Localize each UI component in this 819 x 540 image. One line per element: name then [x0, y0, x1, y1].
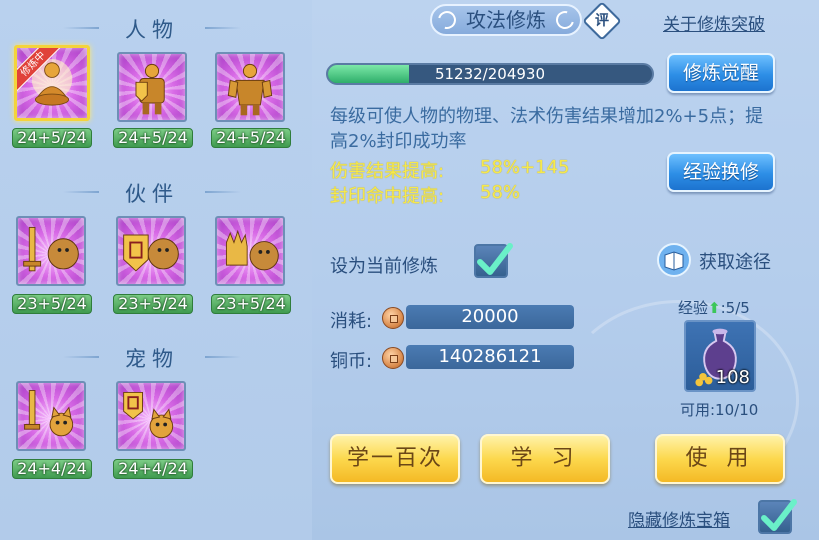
stat-damage-label: 伤害结果提高: — [330, 161, 445, 182]
set-current-label: 设为当前修炼 — [330, 256, 438, 277]
panel-title-text: 攻法修炼 — [466, 8, 546, 32]
slot-partner-2[interactable] — [116, 216, 186, 286]
breakthrough-info-link[interactable]: 关于修炼突破 — [663, 10, 765, 35]
section-title-character: 人物 — [63, 14, 197, 44]
cat-sword-icon — [24, 390, 74, 437]
category-panel: 人物 修炼中 24+5/24 24+5/24 24+5/24 伙伴 23+5/2… — [0, 0, 312, 540]
stat-seal-value: 58% — [480, 182, 521, 203]
cost-label: 消耗: — [330, 311, 373, 332]
book-icon — [657, 243, 691, 277]
stat-damage-row: 伤害结果提高: 58%+145 — [330, 157, 569, 183]
stat-seal-label: 封印命中提高: — [330, 186, 445, 207]
copper-label: 铜币: — [330, 351, 373, 372]
golden-warrior-icon — [227, 63, 273, 116]
exp-item-slot[interactable]: 108 — [684, 320, 756, 392]
slot-character-1[interactable]: 修炼中 — [14, 45, 90, 121]
slot-pet-1[interactable] — [16, 381, 86, 451]
slot-partner-3[interactable] — [215, 216, 285, 286]
slot-level: 23+5/24 — [113, 294, 193, 314]
swirl-decoration-icon — [552, 7, 578, 33]
section-title-partner: 伙伴 — [63, 178, 197, 208]
hide-treasure-label[interactable]: 隐藏修炼宝箱 — [628, 506, 730, 531]
slot-character-2[interactable] — [117, 52, 187, 122]
slot-level: 24+5/24 — [12, 128, 92, 148]
swirl-decoration-icon — [434, 7, 460, 33]
lion-shield-icon — [123, 234, 179, 272]
training-description: 每级可使人物的物理、法术伤害结果增加2%+5点；提高2%封印成功率 — [330, 106, 764, 152]
copper-coin-icon — [382, 307, 404, 329]
rate-badge-label: 评 — [595, 13, 609, 29]
slot-pet-2[interactable] — [116, 381, 186, 451]
stat-seal-row: 封印命中提高: 58% — [330, 182, 520, 208]
arrow-up-icon: ⬆ — [708, 299, 721, 317]
slot-character-3[interactable] — [215, 52, 285, 122]
cat-shield-icon — [123, 391, 174, 439]
exp-available: 可用:10/10 — [680, 401, 759, 419]
slot-level: 24+5/24 — [211, 128, 291, 148]
exp-value: :5/5 — [720, 299, 750, 317]
lion-glove-icon — [225, 229, 279, 271]
slot-level: 24+4/24 — [12, 459, 92, 479]
source-link-button[interactable]: 获取途径 — [656, 242, 782, 278]
awaken-button[interactable]: 修炼觉醒 — [667, 53, 775, 93]
section-title-pet: 宠物 — [63, 343, 197, 373]
slot-level: 23+5/24 — [211, 294, 291, 314]
slot-level: 24+5/24 — [113, 128, 193, 148]
rate-badge-button[interactable]: 评 — [582, 1, 622, 41]
use-button[interactable]: 使 用 — [655, 434, 785, 484]
exp-label-text: 经验 — [678, 299, 709, 317]
slot-partner-1[interactable] — [16, 216, 86, 286]
training-progress-bar: 51232/204930 — [326, 63, 654, 85]
lion-sword-icon — [23, 226, 79, 272]
source-link-label: 获取途径 — [699, 252, 771, 273]
copper-coin-icon — [382, 347, 404, 369]
copper-value: 140286121 — [406, 345, 574, 369]
set-current-checkbox[interactable] — [474, 243, 513, 278]
checkmark-icon — [761, 499, 797, 531]
slot-level: 23+5/24 — [12, 294, 92, 314]
checkmark-icon — [477, 243, 513, 275]
progress-text: 51232/204930 — [434, 65, 546, 83]
learn-button[interactable]: 学 习 — [480, 434, 610, 484]
cost-value: 20000 — [406, 305, 574, 329]
armored-warrior-shield-icon — [135, 63, 165, 115]
exchange-exp-button[interactable]: 经验换修 — [667, 152, 775, 192]
learn-100-button[interactable]: 学一百次 — [330, 434, 460, 484]
panel-title: 攻法修炼 — [430, 4, 582, 36]
item-count: 108 — [715, 367, 750, 388]
hide-treasure-checkbox[interactable] — [758, 499, 797, 534]
exp-label: 经验⬆:5/5 — [678, 297, 750, 318]
stat-damage-value: 58%+145 — [480, 157, 570, 178]
slot-level: 24+4/24 — [113, 459, 193, 479]
